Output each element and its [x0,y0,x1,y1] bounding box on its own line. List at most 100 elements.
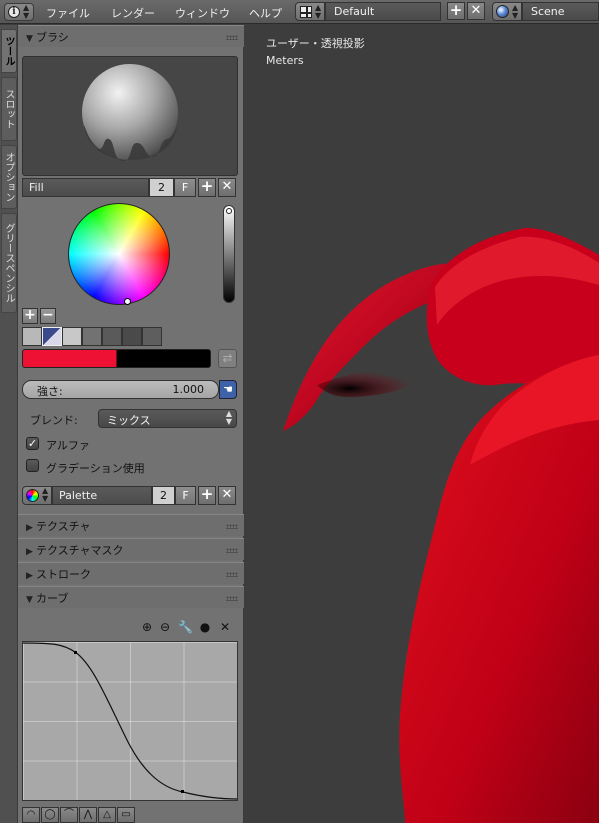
curve-preset-smooth[interactable]: ◠ [22,807,40,823]
tab-options[interactable]: オプション [1,145,17,209]
red-mesh-object[interactable] [245,25,599,823]
3d-viewport[interactable]: ユーザー・透視投影 Meters [245,25,599,823]
alpha-label: アルファ [46,439,90,452]
palette-fake-user-button[interactable]: F [175,486,196,505]
zoom-in-icon[interactable]: ⊕ [140,620,154,636]
collapsed-triangle-icon: ▶ [26,523,33,533]
drag-grip-icon[interactable] [226,572,238,577]
curve-point[interactable] [181,790,184,793]
palette-name-field[interactable]: Palette [52,486,152,505]
blend-mode-dropdown[interactable]: ミックス ▲ ▼ [98,409,237,428]
curve-preset-max[interactable]: ▭ [117,807,135,823]
add-palette-button[interactable]: + [198,486,216,505]
curve-preset-sharp[interactable]: ⋀ [79,807,97,823]
collapsed-triangle-icon: ▶ [26,547,33,557]
scene-dropdown[interactable]: ▲ ▼ [492,2,522,21]
stroke-panel-title: ストローク [36,568,91,581]
texture-panel-header[interactable]: ▶ テクスチャ [18,514,244,536]
menu-render[interactable]: レンダー [111,5,155,21]
remove-color-button[interactable]: − [40,308,56,324]
expanded-triangle-icon: ▼ [26,595,33,605]
delete-screen-button[interactable]: ✕ [467,2,485,20]
delete-palette-button[interactable]: ✕ [218,486,236,505]
brush-name-field[interactable]: Fill [22,178,149,197]
tool-shelf-tabs: ツール スロット オプション グリースペンシル [0,25,18,823]
brush-fake-user-button[interactable]: F [174,178,196,197]
screen-layout-name[interactable]: Default [325,2,441,21]
swap-colors-icon[interactable]: ⇄ [218,349,237,368]
brush-panel-header[interactable]: ▼ ブラシ [18,25,244,47]
blend-label: ブレンド: [30,414,78,427]
curve-toolbar: ⊕ ⊖ 🔧 ● ✕ [140,620,240,636]
drag-grip-icon[interactable] [226,596,238,601]
collapsed-triangle-icon: ▶ [26,571,33,581]
brush-preview-sphere-icon [82,64,178,161]
use-gradient-checkbox[interactable] [26,459,39,472]
palette-swatch[interactable] [82,327,102,346]
curve-panel-header[interactable]: ▼ カーブ [18,586,244,608]
palette-swatches [22,327,162,346]
value-slider[interactable] [223,205,235,303]
curve-preset-buttons: ◠ ◯ ⌒ ⋀ △ ▭ [22,807,142,823]
palette-swatch[interactable] [142,327,162,346]
texture-panel-title: テクスチャ [36,520,91,533]
strength-slider[interactable]: 強さ: 1.000 [22,380,219,399]
menu-window[interactable]: ウィンドウ [175,5,230,21]
texture-mask-panel-title: テクスチャマスク [36,544,124,557]
drag-grip-icon[interactable] [226,35,238,40]
menu-file[interactable]: ファイル [46,5,90,21]
curve-preset-root[interactable]: ⌒ [60,807,78,823]
layout-grid-icon [300,6,312,18]
curve-preset-round[interactable]: ◯ [41,807,59,823]
texture-mask-panel-header[interactable]: ▶ テクスチャマスク [18,538,244,560]
color-wheel[interactable] [68,203,170,305]
tab-slots[interactable]: スロット [1,77,17,141]
curve-point[interactable] [74,651,77,654]
wrench-icon[interactable]: 🔧 [178,620,193,636]
stroke-panel-header[interactable]: ▶ ストローク [18,562,244,584]
delete-point-icon[interactable]: ✕ [218,620,232,636]
scene-icon [496,5,509,18]
palette-color-icon [26,489,39,502]
add-color-button[interactable]: + [22,308,38,324]
brush-users-count[interactable]: 2 [149,178,174,197]
palette-users-count[interactable]: 2 [152,486,175,505]
palette-swatch[interactable] [22,327,42,346]
tab-tools[interactable]: ツール [1,29,17,73]
palette-swatch-active[interactable] [42,327,62,346]
palette-swatch[interactable] [122,327,142,346]
add-screen-button[interactable]: + [447,2,465,20]
palette-type-dropdown[interactable]: ▲ ▼ [22,486,52,505]
curve-panel-title: カーブ [36,592,69,605]
curve-line [23,642,237,800]
curve-preset-line[interactable]: △ [98,807,116,823]
info-icon: i [8,6,20,18]
pressure-toggle-icon[interactable]: ☚ [219,380,237,399]
drag-grip-icon[interactable] [226,524,238,529]
scene-name[interactable]: Scene [522,2,599,21]
color-wheel-cursor[interactable] [124,298,131,305]
blend-mode-value: ミックス [107,414,151,427]
palette-swatch[interactable] [62,327,82,346]
updown-arrows-icon: ▲ ▼ [23,3,30,20]
drag-grip-icon[interactable] [226,548,238,553]
palette-swatch[interactable] [102,327,122,346]
point-icon[interactable]: ● [198,620,212,636]
falloff-curve-editor[interactable] [22,641,238,801]
tab-grease-pencil[interactable]: グリースペンシル [1,213,17,313]
menu-help[interactable]: ヘルプ [249,5,282,21]
zoom-out-icon[interactable]: ⊖ [158,620,172,636]
value-slider-knob[interactable] [226,208,232,214]
alpha-checkbox[interactable]: ✓ [26,437,39,450]
brush-preview[interactable] [22,56,238,176]
updown-arrows-icon: ▲ ▼ [225,409,232,426]
brush-color-bar[interactable] [22,349,211,368]
add-brush-button[interactable]: + [198,178,216,197]
updown-arrows-icon: ▲ ▼ [42,486,49,503]
expanded-triangle-icon: ▼ [26,34,33,44]
editor-type-button[interactable]: i ▲ ▼ [4,3,34,21]
delete-brush-button[interactable]: ✕ [218,178,236,197]
screen-layout-dropdown[interactable]: ▲ ▼ [295,2,325,21]
strength-label: 強さ: [37,385,63,398]
strength-value: 1.000 [172,383,205,396]
